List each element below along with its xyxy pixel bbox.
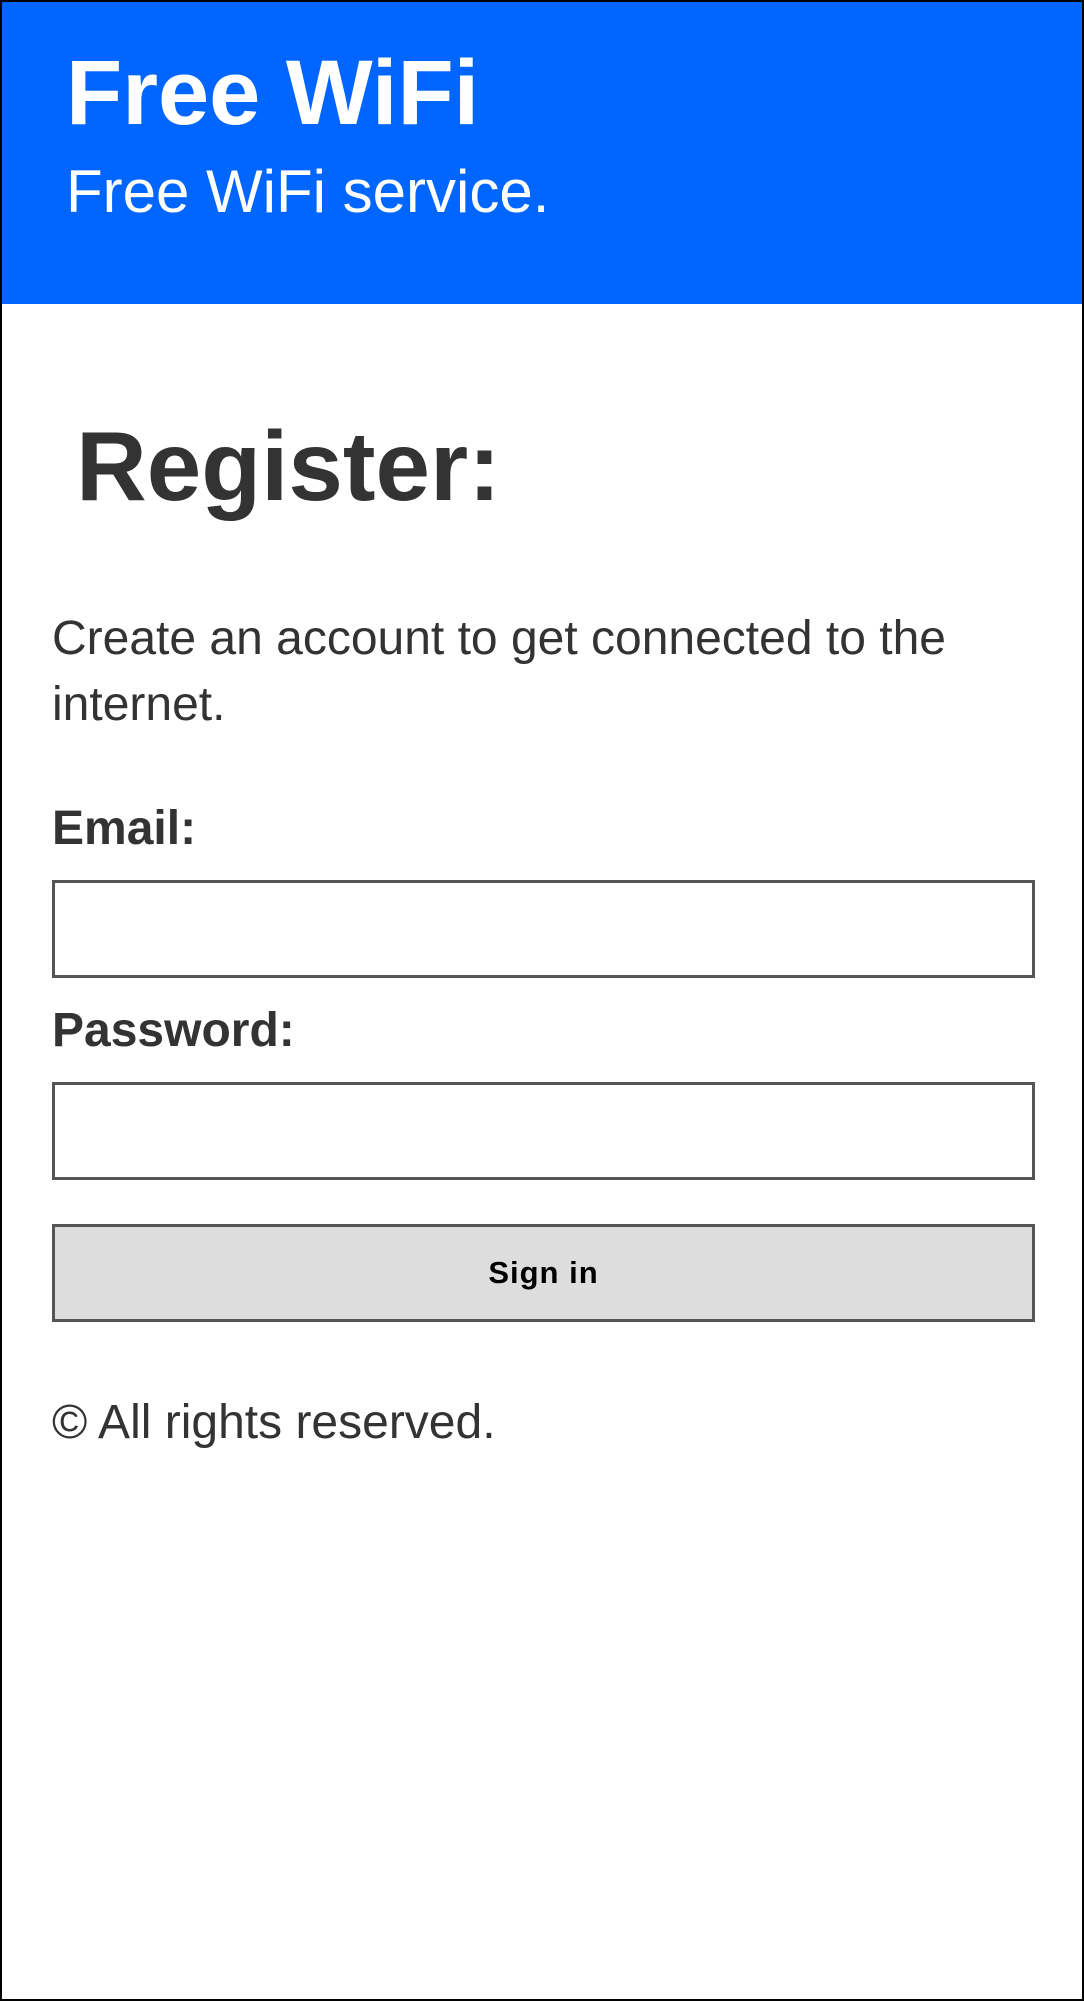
main-content: Register: Create an account to get conne… [2,410,1082,1452]
page-frame: Free WiFi Free WiFi service. Register: C… [0,0,1084,2001]
copyright-text: © All rights reserved. [52,1396,496,1449]
password-field[interactable] [52,1082,1035,1180]
intro-text: Create an account to get connected to th… [52,612,946,731]
page-title: Register: [76,411,501,521]
site-header: Free WiFi Free WiFi service. [2,2,1082,304]
site-tagline: Free WiFi service. [66,158,550,225]
sign-in-button[interactable]: Sign in [52,1224,1035,1322]
site-title: Free WiFi [66,42,480,144]
register-form: Email: Password: Sign in [52,800,1035,1322]
email-field[interactable] [52,880,1035,978]
email-label: Email: [52,802,197,855]
password-label: Password: [52,1004,295,1057]
